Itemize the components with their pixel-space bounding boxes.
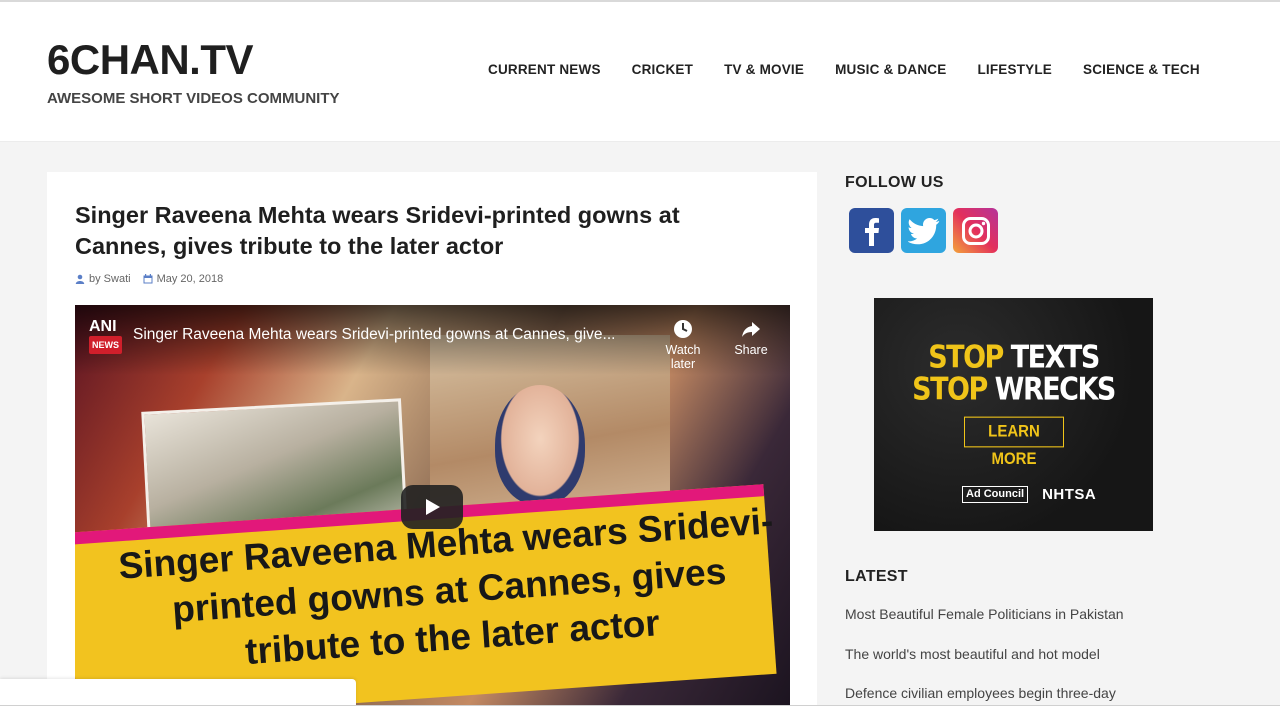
facebook-icon bbox=[864, 217, 879, 246]
twitter-icon bbox=[907, 217, 939, 244]
nav-item-lifestyle[interactable]: LIFESTYLE bbox=[977, 62, 1052, 77]
bottom-popup-bar[interactable] bbox=[0, 679, 356, 706]
author-name: by Swati bbox=[89, 273, 131, 285]
article-meta: by Swati May 20, 2018 bbox=[75, 273, 223, 285]
article-author[interactable]: by Swati bbox=[75, 273, 131, 285]
ad-line-1: STOP TEXTS bbox=[928, 339, 1100, 376]
channel-badge: NEWS bbox=[89, 336, 122, 354]
play-button[interactable] bbox=[401, 485, 463, 529]
ad-sponsor-logos: Ad Council NHTSA bbox=[962, 486, 1096, 503]
instagram-icon bbox=[961, 216, 990, 245]
calendar-icon bbox=[143, 274, 153, 284]
clock-icon bbox=[674, 320, 692, 338]
twitter-button[interactable] bbox=[901, 208, 946, 253]
article-date: May 20, 2018 bbox=[143, 273, 224, 285]
nav-item-tv-movie[interactable]: TV & MOVIE bbox=[724, 62, 804, 77]
site-logo[interactable]: 6CHAN.TV bbox=[47, 36, 254, 84]
ad-council-logo: Ad Council bbox=[962, 486, 1029, 503]
facebook-button[interactable] bbox=[849, 208, 894, 253]
nav-item-current-news[interactable]: CURRENT NEWS bbox=[488, 62, 601, 77]
follow-us-heading: FOLLOW US bbox=[845, 174, 944, 191]
main-nav: CURRENT NEWS CRICKET TV & MOVIE MUSIC & … bbox=[488, 62, 1200, 77]
play-icon bbox=[426, 499, 440, 515]
video-thumbnail-portrait bbox=[495, 385, 585, 505]
watch-later-label: Watch later bbox=[665, 343, 701, 371]
video-title[interactable]: Singer Raveena Mehta wears Sridevi-print… bbox=[133, 326, 653, 344]
nhtsa-logo: NHTSA bbox=[1042, 486, 1097, 503]
site-tagline: AWESOME SHORT VIDEOS COMMUNITY bbox=[47, 90, 340, 107]
article-title[interactable]: Singer Raveena Mehta wears Sridevi-print… bbox=[75, 200, 765, 262]
latest-item[interactable]: Most Beautiful Female Politicians in Pak… bbox=[845, 606, 1124, 622]
site-header: 6CHAN.TV AWESOME SHORT VIDEOS COMMUNITY … bbox=[0, 2, 1280, 142]
article-card: Singer Raveena Mehta wears Sridevi-print… bbox=[47, 172, 817, 706]
date-text: May 20, 2018 bbox=[156, 273, 224, 285]
video-player[interactable]: ANI NEWS Singer Raveena Mehta wears Srid… bbox=[75, 305, 790, 705]
latest-heading: LATEST bbox=[845, 568, 908, 585]
advertisement-banner[interactable]: STOP TEXTS STOP WRECKS LEARN MORE Ad Cou… bbox=[874, 298, 1153, 531]
ad-line-2: STOP WRECKS bbox=[912, 371, 1116, 408]
share-icon bbox=[742, 322, 760, 337]
nav-item-cricket[interactable]: CRICKET bbox=[632, 62, 693, 77]
latest-item[interactable]: Defence civilian employees begin three-d… bbox=[845, 685, 1116, 701]
watch-later-button[interactable]: Watch later bbox=[653, 319, 713, 371]
share-label: Share bbox=[734, 343, 768, 357]
latest-item[interactable]: The world's most beautiful and hot model bbox=[845, 646, 1100, 662]
ad-learn-more-button[interactable]: LEARN MORE bbox=[964, 416, 1064, 468]
channel-name: ANI bbox=[89, 318, 117, 335]
nav-item-music-dance[interactable]: MUSIC & DANCE bbox=[835, 62, 946, 77]
share-button[interactable]: Share bbox=[721, 319, 781, 357]
user-icon bbox=[75, 274, 85, 284]
channel-logo[interactable]: ANI NEWS bbox=[89, 319, 122, 354]
social-links bbox=[849, 208, 998, 253]
nav-item-science-tech[interactable]: SCIENCE & TECH bbox=[1083, 62, 1200, 77]
instagram-button[interactable] bbox=[953, 208, 998, 253]
